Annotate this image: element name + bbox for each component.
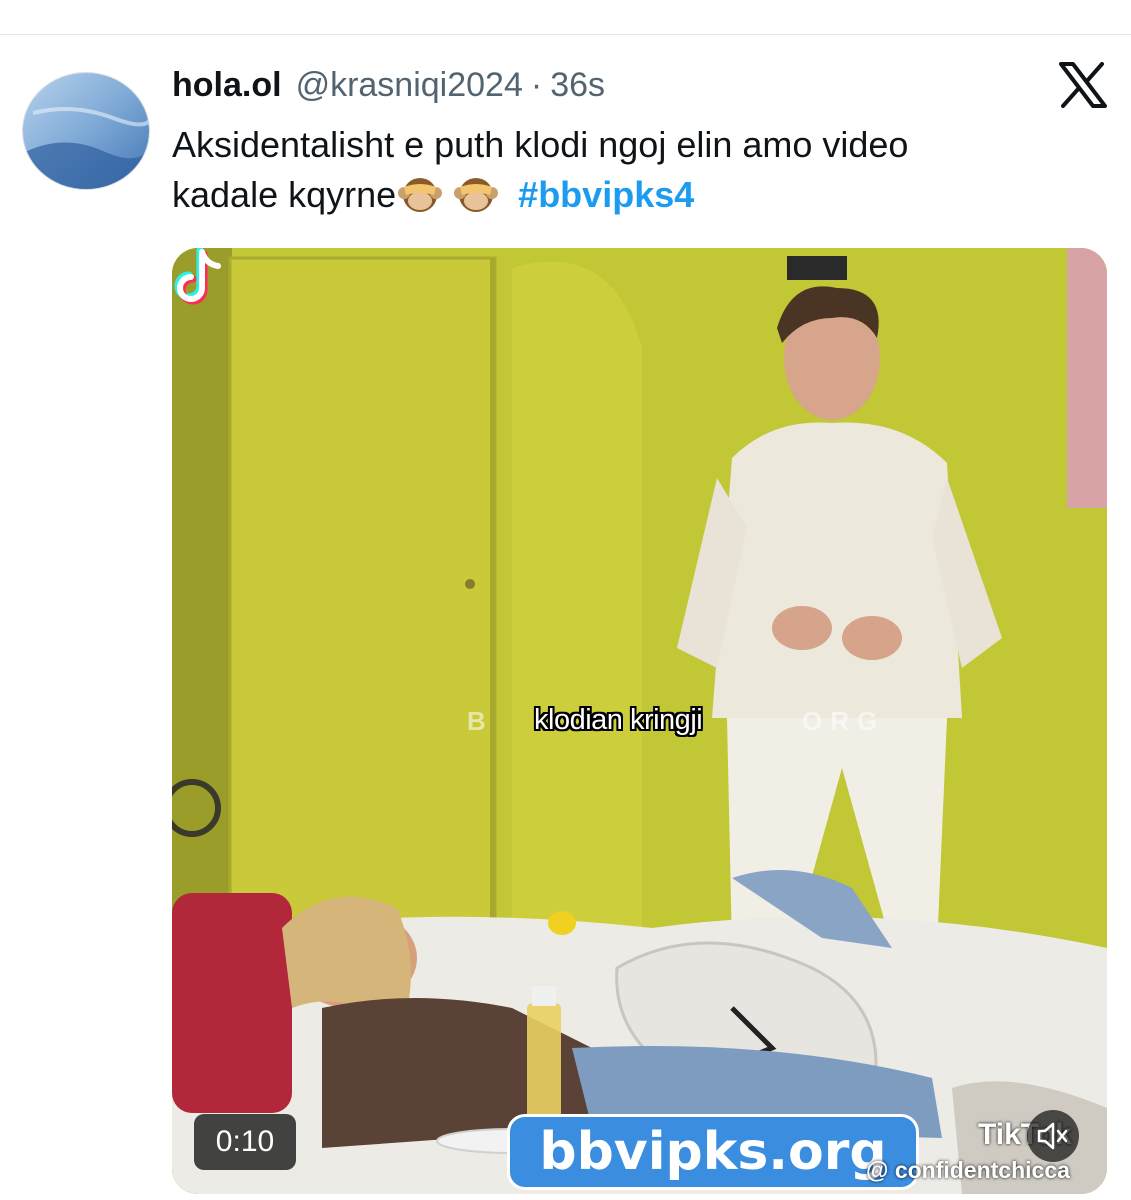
see-no-evil-monkey-icon bbox=[454, 178, 499, 212]
tweet-text: Aksidentalisht e puth klodi ngoj elin am… bbox=[172, 120, 1072, 220]
tweet-text-line1: Aksidentalisht e puth klodi ngoj elin am… bbox=[172, 124, 909, 165]
video-caption: klodian kringji bbox=[534, 704, 703, 736]
display-name[interactable]: hola.ol bbox=[172, 66, 282, 105]
tiktok-logo-icon bbox=[174, 248, 221, 305]
user-handle[interactable]: @krasniqi2024 bbox=[296, 66, 523, 105]
tweet-header: hola.ol @krasniqi2024 · 36s bbox=[172, 66, 605, 110]
hashtag-link[interactable]: #bbvipks4 bbox=[518, 174, 694, 215]
video-player[interactable]: B ORG klodian kringji 0:10 bbvipks.org T… bbox=[172, 248, 1107, 1194]
avatar[interactable] bbox=[22, 72, 150, 190]
x-logo-icon[interactable] bbox=[1058, 62, 1108, 108]
video-timestamp: 0:10 bbox=[194, 1114, 296, 1170]
speaker-muted-icon bbox=[1037, 1122, 1068, 1150]
tiktok-username: @ confidentchicca bbox=[866, 1157, 1070, 1183]
tweet-card: hola.ol @krasniqi2024 · 36s Aksidentalis… bbox=[0, 0, 1131, 1200]
watermark-right: ORG bbox=[802, 706, 886, 736]
tweet-text-line2: kadale kqyrne bbox=[172, 174, 397, 215]
watermark-left: B bbox=[467, 706, 492, 736]
site-banner: bbvipks.org bbox=[507, 1114, 919, 1190]
divider bbox=[0, 34, 1131, 35]
separator-dot: · bbox=[530, 66, 543, 104]
mute-button[interactable] bbox=[1027, 1110, 1079, 1162]
see-no-evil-monkey-icon bbox=[398, 178, 443, 212]
tweet-time[interactable]: 36s bbox=[550, 66, 605, 105]
